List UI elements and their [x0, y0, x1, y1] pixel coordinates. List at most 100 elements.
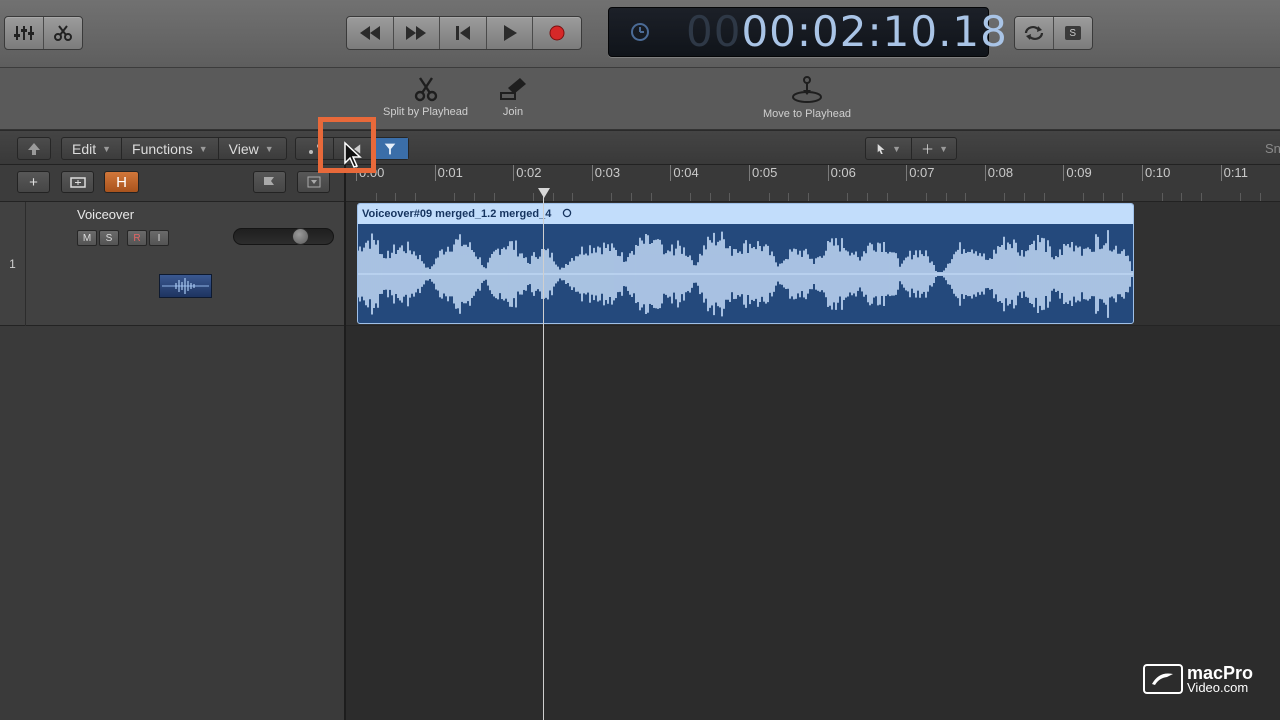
hide-label: H	[116, 173, 127, 191]
ruler-minor-tick	[1259, 193, 1261, 201]
filter-button[interactable]	[372, 138, 408, 159]
fast-forward-icon[interactable]	[394, 17, 441, 49]
split-by-playhead-button[interactable]: Split by Playhead	[383, 76, 468, 118]
ruler-minor-tick	[454, 193, 456, 201]
track-header-voiceover[interactable]: 1 Voiceover M S R I	[0, 202, 344, 326]
ruler-minor-tick	[886, 193, 888, 201]
rewind-icon[interactable]	[347, 17, 394, 49]
toolbar: Split by Playhead Join Move to Playhead	[0, 68, 1280, 130]
collapse-icon	[307, 176, 320, 188]
ruler-tick-line	[827, 165, 829, 181]
ruler-minor-tick	[493, 193, 495, 201]
ruler-tick-label: 0:06	[830, 165, 856, 180]
logo-line2: Video.com	[1187, 679, 1249, 695]
solo-track-button[interactable]: S	[99, 230, 119, 246]
solo-button[interactable]: S	[1054, 17, 1093, 49]
hide-button[interactable]: H	[104, 171, 139, 193]
playhead-handle[interactable]	[538, 188, 550, 198]
ruler-tick-line	[434, 165, 436, 181]
ruler-tick-line	[749, 165, 750, 181]
glue-icon	[500, 78, 526, 100]
up-arrow-button[interactable]	[17, 137, 51, 160]
edit-menu[interactable]: Edit ▼	[62, 138, 123, 159]
ruler-minor-tick	[768, 193, 770, 201]
ruler-tick-label: 0:04	[673, 165, 699, 180]
join-button[interactable]: Join	[498, 76, 528, 118]
input-monitor-button[interactable]: I	[149, 230, 169, 246]
transport-group	[346, 16, 582, 50]
ruler-tick-label: 0:03	[594, 165, 621, 180]
functions-menu[interactable]: Functions ▼	[122, 138, 219, 159]
chevron-down-icon: ▼	[198, 143, 208, 154]
scissors-tool-icon[interactable]	[44, 17, 83, 49]
ruler-minor-tick	[1083, 193, 1085, 201]
ruler-minor-tick	[729, 193, 731, 201]
loop-circle-icon	[563, 208, 572, 218]
tracks-menu-bar: Edit ▼ Functions ▼ View ▼ ▼ ▼ Sn	[0, 131, 1280, 165]
move-to-playhead-button[interactable]: Move to Playhead	[763, 76, 851, 120]
flag-icon	[263, 177, 274, 185]
collapse-button[interactable]	[297, 171, 330, 193]
snap-label: Sn	[1265, 141, 1280, 156]
flag-button[interactable]	[253, 171, 286, 193]
solo-label: S	[1064, 26, 1081, 40]
chevron-down-icon: ▼	[939, 143, 948, 154]
play-icon[interactable]	[487, 17, 534, 49]
ruler-minor-tick	[650, 193, 652, 201]
waveform-track-icon	[159, 274, 212, 298]
plus-icon: +	[29, 173, 38, 191]
ruler-minor-tick	[552, 193, 554, 201]
region-name: Voiceover#09 merged_1.2 merged_4	[362, 208, 552, 220]
record-enable-button[interactable]: R	[127, 230, 147, 246]
track-stack-button[interactable]	[61, 171, 94, 193]
ruler-minor-tick	[572, 193, 574, 201]
ruler-minor-tick	[532, 193, 534, 201]
ruler-minor-tick	[690, 193, 692, 201]
view-menu-label: View	[228, 140, 259, 157]
ruler-tick-label: 0:10	[1145, 165, 1171, 180]
ruler-minor-tick	[631, 193, 633, 201]
clock-icon	[629, 21, 651, 43]
logo-mark-icon	[1143, 664, 1183, 694]
view-buttons-group	[4, 16, 83, 50]
mixer-icon[interactable]	[5, 17, 44, 49]
ruler-minor-tick	[788, 193, 790, 201]
ruler-tick-label: 0:07	[909, 165, 935, 180]
track-number: 1	[0, 202, 26, 326]
waveform	[358, 230, 1133, 318]
ruler-minor-tick	[709, 193, 711, 201]
folder-plus-icon	[69, 177, 86, 188]
go-to-beginning-icon[interactable]	[440, 17, 487, 49]
volume-knob[interactable]	[292, 228, 309, 245]
volume-slider[interactable]	[233, 228, 334, 245]
ruler-tick-label: 0:11	[1223, 165, 1248, 180]
pointer-tool-menu[interactable]: ▼	[866, 138, 912, 159]
ruler-tick-label: 0:08	[987, 165, 1014, 180]
record-icon[interactable]	[533, 17, 581, 49]
join-label: Join	[502, 106, 524, 118]
ruler-tick-line	[670, 165, 672, 181]
ruler-tick-label: 0:02	[516, 165, 542, 180]
tool-menus: ▼ ▼	[865, 137, 957, 160]
mute-button[interactable]: M	[77, 230, 97, 246]
track-name[interactable]: Voiceover	[77, 207, 134, 222]
track-headers: + H 1 Voiceover M S R I	[0, 165, 346, 720]
add-track-button[interactable]: +	[17, 171, 50, 193]
region-header[interactable]: Voiceover#09 merged_1.2 merged_4	[358, 204, 1133, 224]
view-menu[interactable]: View ▼	[219, 138, 284, 159]
ruler-minor-tick	[1043, 193, 1045, 201]
chevron-down-icon: ▼	[264, 143, 274, 154]
ruler-minor-tick	[395, 193, 397, 201]
ruler-tick-label: 0:09	[1066, 165, 1092, 180]
pointer-icon	[877, 143, 885, 154]
logo-line1: macPro	[1187, 662, 1254, 683]
audio-region[interactable]: Voiceover#09 merged_1.2 merged_4	[357, 203, 1134, 324]
marquee-tool-menu[interactable]: ▼	[912, 138, 958, 159]
tracks-menus: Edit ▼ Functions ▼ View ▼	[61, 137, 287, 160]
ruler-minor-tick	[1161, 193, 1163, 201]
move-label: Move to Playhead	[763, 108, 852, 120]
cycle-solo-group: S	[1014, 16, 1093, 50]
timeline-ruler[interactable]: 0:00 0:01 0:02 0:03 0:04 0:05 0:06 0:07 0:08 0:09…	[346, 165, 1280, 202]
cycle-icon[interactable]	[1015, 17, 1054, 49]
ruler-tick-line	[1220, 165, 1222, 181]
